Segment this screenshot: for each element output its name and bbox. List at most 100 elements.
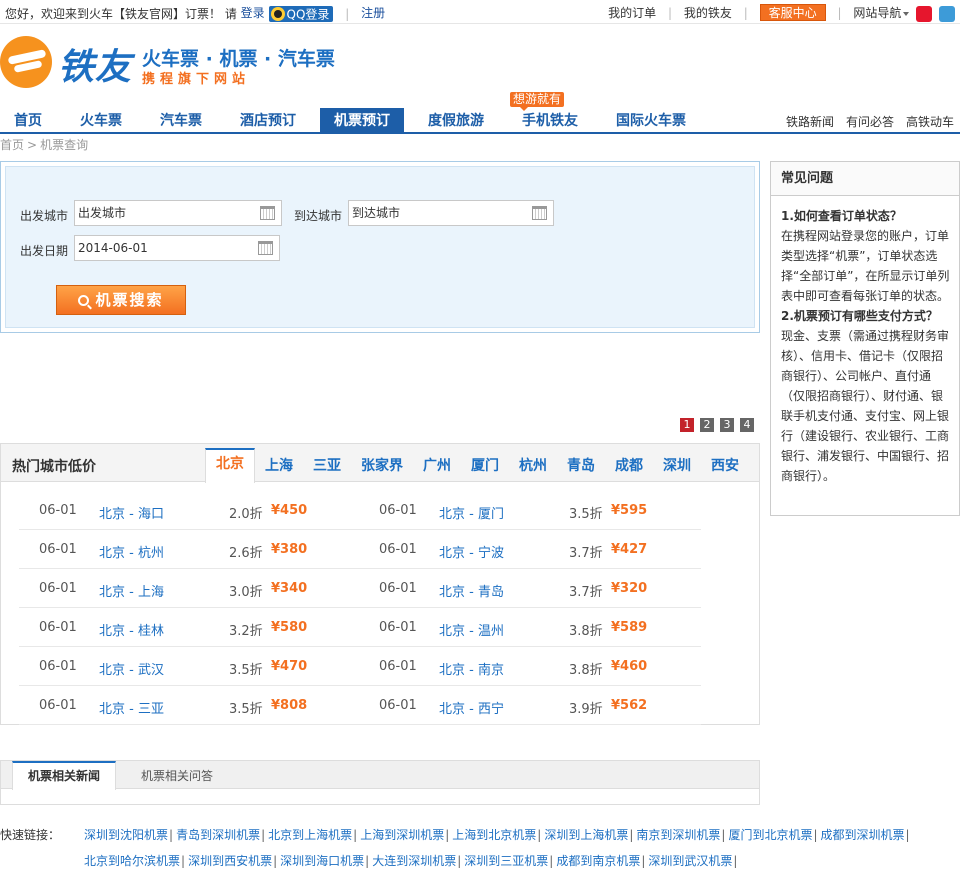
nav-item-vacation[interactable]: 度假旅游 (420, 108, 492, 132)
nav-right-high-speed[interactable]: 高铁动车 (906, 113, 954, 130)
quick-link[interactable]: 上海到北京机票 (452, 828, 536, 842)
flight-route-link[interactable]: 北京 - 厦门 (439, 503, 504, 522)
nav-item-flight[interactable]: 机票预订 (320, 108, 404, 134)
flight-search-label: 机票搜索 (95, 291, 164, 309)
flight-route-link[interactable]: 北京 - 杭州 (99, 542, 164, 561)
site-logo[interactable]: 铁友 火车票 · 机票 · 汽车票 携程旗下网站 (0, 34, 340, 88)
nav-item-intl-train[interactable]: 国际火车票 (606, 108, 696, 132)
nav-item-mobile[interactable]: 手机铁友 (512, 108, 588, 132)
city-tab-xian[interactable]: 西安 (711, 455, 739, 475)
customer-service-button[interactable]: 客服中心 (759, 4, 826, 21)
page-2[interactable]: 2 (700, 418, 714, 432)
table-row: 06-01 北京 - 海口 2.0折 ¥450 06-01 北京 - 厦门 3.5折 ¥595 (19, 491, 701, 530)
flight-route-link[interactable]: 北京 - 海口 (99, 503, 164, 522)
nav-item-bus[interactable]: 汽车票 (152, 108, 210, 132)
my-tieyou-link[interactable]: 我的铁友 (684, 6, 732, 20)
nav-item-train[interactable]: 火车票 (72, 108, 130, 132)
quick-link[interactable]: 厦门到北京机票 (728, 828, 812, 842)
quick-link[interactable]: 北京到哈尔滨机票 (84, 854, 180, 868)
flight-price[interactable]: ¥380 (271, 542, 307, 557)
breadcrumb-current: 机票查询 (40, 138, 89, 152)
city-tab-xiamen[interactable]: 厦门 (471, 455, 499, 475)
flight-discount: 3.8折 (569, 624, 603, 639)
flight-discount: 3.5折 (569, 507, 603, 522)
login-link[interactable]: 登录 (241, 6, 265, 20)
city-tab-shanghai[interactable]: 上海 (265, 455, 293, 475)
divider: | (457, 854, 462, 868)
quick-link[interactable]: 深圳到海口机票 (280, 854, 364, 868)
quick-link[interactable]: 大连到深圳机票 (372, 854, 456, 868)
quick-link[interactable]: 深圳到西安机票 (188, 854, 272, 868)
quick-link[interactable]: 北京到上海机票 (268, 828, 352, 842)
site-nav-link[interactable]: 网站导航 (853, 6, 910, 20)
flight-route-link[interactable]: 北京 - 青岛 (439, 581, 504, 600)
divider: | (837, 6, 842, 20)
city-tab-qingdao[interactable]: 青岛 (567, 455, 595, 475)
tencent-weibo-icon[interactable] (939, 5, 955, 22)
nav-right-railway-news[interactable]: 铁路新闻 (786, 113, 834, 130)
flight-price[interactable]: ¥460 (611, 659, 647, 674)
breadcrumb-home[interactable]: 首页 (0, 138, 24, 152)
city-tab-shenzhen[interactable]: 深圳 (663, 455, 691, 475)
city-tab-zhangjiajie[interactable]: 张家界 (361, 455, 403, 475)
register-link[interactable]: 注册 (361, 6, 385, 20)
quick-link[interactable]: 成都到深圳机票 (821, 828, 905, 842)
quick-link[interactable]: 青岛到深圳机票 (176, 828, 260, 842)
city-tab-chengdu[interactable]: 成都 (615, 455, 643, 475)
top-bar: 您好，欢迎来到火车【铁友官网】订票！ 请 登录 QQ登录 | 注册 我的订单 |… (0, 0, 960, 24)
quick-link[interactable]: 深圳到上海机票 (544, 828, 628, 842)
to-city-input[interactable]: 到达城市 (348, 200, 554, 226)
quick-link[interactable]: 南京到深圳机票 (636, 828, 720, 842)
flight-route-link[interactable]: 北京 - 宁波 (439, 542, 504, 561)
nav-item-hotel[interactable]: 酒店预订 (232, 108, 304, 132)
flight-route-link[interactable]: 北京 - 武汉 (99, 659, 164, 678)
flight-date: 06-01 (39, 620, 77, 635)
flight-price[interactable]: ¥470 (271, 659, 307, 674)
flight-date: 06-01 (39, 542, 77, 557)
departure-date-input[interactable]: 2014-06-01 (74, 235, 280, 261)
my-orders-link[interactable]: 我的订单 (608, 6, 656, 20)
page-1[interactable]: 1 (680, 418, 694, 432)
flight-route-link[interactable]: 北京 - 西宁 (439, 698, 504, 717)
flight-search-button[interactable]: 机票搜索 (56, 285, 186, 315)
city-tab-guangzhou[interactable]: 广州 (423, 455, 451, 475)
flight-route-link[interactable]: 北京 - 南京 (439, 659, 504, 678)
quick-link[interactable]: 深圳到武汉机票 (648, 854, 732, 868)
flight-price[interactable]: ¥320 (611, 581, 647, 596)
flight-price[interactable]: ¥562 (611, 698, 647, 713)
quick-link[interactable]: 深圳到三亚机票 (464, 854, 548, 868)
flight-route-link[interactable]: 北京 - 桂林 (99, 620, 164, 639)
tab-flight-qa[interactable]: 机票相关问答 (141, 767, 213, 784)
divider: | (629, 828, 634, 842)
flight-route-link[interactable]: 北京 - 上海 (99, 581, 164, 600)
page-3[interactable]: 3 (720, 418, 734, 432)
flight-price[interactable]: ¥427 (611, 542, 647, 557)
logo-mark-icon (0, 36, 52, 88)
quick-link[interactable]: 深圳到沈阳机票 (84, 828, 168, 842)
logo-name: 铁友 (58, 47, 133, 88)
city-tab-hangzhou[interactable]: 杭州 (519, 455, 547, 475)
nav-item-home[interactable]: 首页 (0, 108, 56, 132)
flight-price[interactable]: ¥580 (271, 620, 307, 635)
flight-price[interactable]: ¥340 (271, 581, 307, 596)
page-4[interactable]: 4 (740, 418, 754, 432)
flight-route-link[interactable]: 北京 - 温州 (439, 620, 504, 639)
from-city-input[interactable]: 出发城市 (74, 200, 282, 226)
divider: | (261, 828, 266, 842)
weibo-icon[interactable] (916, 5, 933, 22)
quick-link[interactable]: 成都到南京机票 (556, 854, 640, 868)
city-tab-sanya[interactable]: 三亚 (313, 455, 341, 475)
flight-price[interactable]: ¥595 (611, 503, 647, 518)
flight-price[interactable]: ¥808 (271, 698, 307, 713)
quick-link[interactable]: 上海到深圳机票 (360, 828, 444, 842)
qq-login-button[interactable]: QQ登录 (268, 5, 334, 22)
flight-route-link[interactable]: 北京 - 三亚 (99, 698, 164, 717)
chevron-right-icon: > (27, 138, 38, 152)
nav-right-qa[interactable]: 有问必答 (846, 113, 894, 130)
city-tab-beijing[interactable]: 北京 (205, 448, 255, 483)
tab-flight-news[interactable]: 机票相关新闻 (12, 761, 116, 790)
flight-price[interactable]: ¥589 (611, 620, 647, 635)
calendar-icon (532, 206, 547, 220)
flight-price[interactable]: ¥450 (271, 503, 307, 518)
divider: | (445, 828, 450, 842)
